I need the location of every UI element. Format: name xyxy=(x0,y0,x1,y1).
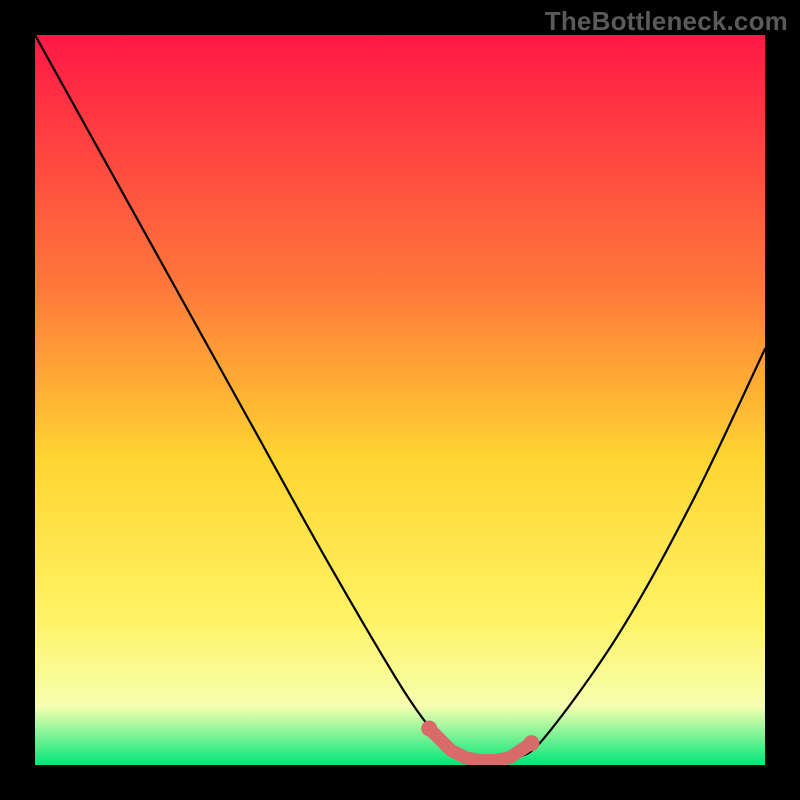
highlight-end-dot xyxy=(523,735,539,751)
highlight-end-dot xyxy=(421,721,437,737)
chart-frame: TheBottleneck.com xyxy=(0,0,800,800)
plot-area xyxy=(35,35,765,765)
gradient-background xyxy=(35,35,765,765)
chart-svg xyxy=(35,35,765,765)
watermark-text: TheBottleneck.com xyxy=(545,6,788,37)
